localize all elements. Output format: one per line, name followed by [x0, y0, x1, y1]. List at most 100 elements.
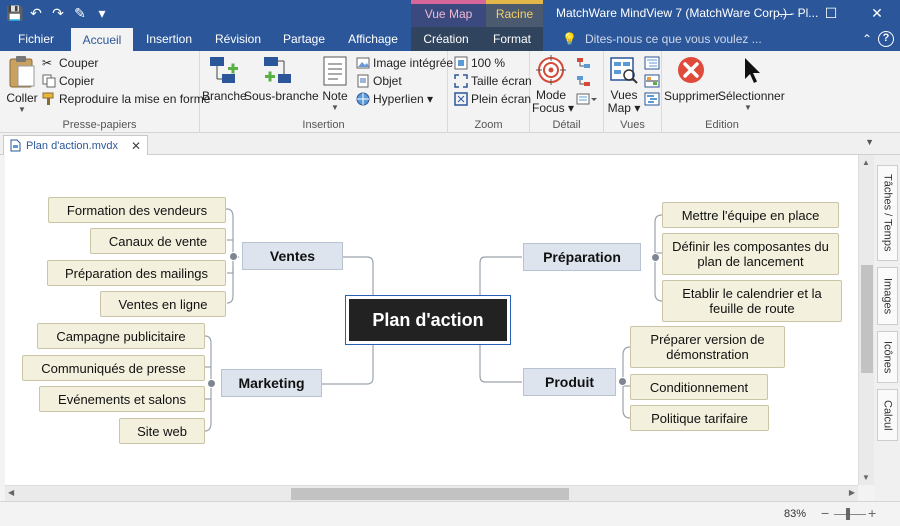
tab-accueil[interactable]: Accueil — [71, 28, 133, 51]
hyperlink-button[interactable]: Hyperlien ▾ — [356, 92, 433, 106]
produit-collapse-icon[interactable] — [618, 377, 627, 386]
leaf-etablir-le-calendrier[interactable]: Etablir le calendrier et la feuille de r… — [662, 280, 842, 322]
clipboard-icon — [9, 56, 35, 88]
close-button[interactable]: ✕ — [854, 0, 900, 27]
leaf-ventes-en-ligne[interactable]: Ventes en ligne — [100, 291, 226, 317]
detail-level-down-icon[interactable] — [576, 74, 592, 88]
preparation-collapse-icon[interactable] — [651, 253, 660, 262]
document-tab-name: Plan d'action.mvdx — [26, 139, 118, 152]
branch-produit[interactable]: Produit — [523, 368, 616, 396]
qat-more-icon[interactable]: ▾ — [94, 3, 110, 23]
side-tab-calcul[interactable]: Calcul — [877, 389, 898, 441]
select-dropdown-icon[interactable]: ▼ — [718, 103, 778, 112]
side-tab-taches-temps[interactable]: Tâches / Temps — [877, 165, 898, 261]
zoom-slider-thumb[interactable] — [846, 508, 850, 520]
redo-icon[interactable]: ↷ — [50, 3, 66, 23]
leaf-preparation-des-mailings[interactable]: Préparation des mailings — [47, 260, 226, 286]
cut-button[interactable]: ✂ Couper — [42, 56, 98, 70]
ribbon-collapse-icon[interactable]: ⌃ — [862, 29, 872, 49]
side-tab-images[interactable]: Images — [877, 267, 898, 325]
minimize-button[interactable]: — — [762, 0, 808, 27]
scroll-down-icon[interactable]: ▼ — [862, 473, 870, 482]
root-topic[interactable]: Plan d'action — [345, 295, 511, 345]
zoom-100-button[interactable]: 100 % — [454, 56, 505, 70]
delete-button[interactable]: Supprimer — [664, 55, 719, 103]
tab-creation[interactable]: Création — [411, 27, 481, 51]
leaf-communiques-de-presse[interactable]: Communiqués de presse — [22, 355, 205, 381]
leaf-mettre-equipe-en-place[interactable]: Mettre l'équipe en place — [662, 202, 839, 228]
leaf-canaux-de-vente[interactable]: Canaux de vente — [90, 228, 226, 254]
scroll-left-icon[interactable]: ◀ — [8, 488, 14, 497]
branch-preparation[interactable]: Préparation — [523, 243, 641, 271]
leaf-politique-tarifaire[interactable]: Politique tarifaire — [630, 405, 769, 431]
full-screen-button[interactable]: Plein écran — [454, 92, 531, 106]
object-button[interactable]: Objet — [356, 74, 402, 88]
vertical-scroll-thumb[interactable] — [861, 265, 873, 373]
leaf-evenements-et-salons[interactable]: Evénements et salons — [39, 386, 205, 412]
timeline-view-icon[interactable] — [644, 74, 660, 88]
fit-screen-button[interactable]: Taille écran — [454, 74, 532, 88]
help-icon[interactable]: ? — [878, 31, 894, 47]
tab-insertion[interactable]: Insertion — [139, 27, 199, 51]
document-tab[interactable]: Plan d'action.mvdx ✕ — [3, 135, 149, 155]
format-painter-button[interactable]: Reproduire la mise en forme — [42, 92, 210, 106]
leaf-campagne-publicitaire[interactable]: Campagne publicitaire — [37, 323, 205, 349]
zoom-out-button[interactable]: − — [821, 505, 829, 521]
vertical-scrollbar[interactable]: ▲ ▼ — [858, 155, 874, 485]
branch-marketing[interactable]: Marketing — [221, 369, 322, 397]
detail-level-up-icon[interactable] — [576, 56, 592, 70]
zoom-slider-track[interactable] — [834, 514, 866, 515]
customize-icon[interactable]: ✎ — [72, 3, 88, 23]
paste-dropdown-icon[interactable]: ▼ — [4, 105, 40, 114]
group-label-insertion: Insertion — [302, 119, 345, 131]
select-button[interactable]: Sélectionner ▼ — [718, 55, 785, 112]
document-tab-strip: Plan d'action.mvdx ✕ ▼ — [0, 133, 900, 155]
leaf-definir-les-composantes[interactable]: Définir les composantes du plan de lance… — [662, 233, 839, 275]
tab-affichage[interactable]: Affichage — [340, 27, 406, 51]
scroll-up-icon[interactable]: ▲ — [862, 158, 870, 167]
maximize-button[interactable]: ☐ — [808, 0, 854, 27]
context-group-racine: Racine — [486, 0, 543, 27]
note-dropdown-icon[interactable]: ▼ — [318, 103, 352, 112]
detail-options-icon[interactable] — [576, 92, 598, 106]
save-icon[interactable]: 💾 — [6, 3, 23, 23]
marketing-collapse-icon[interactable] — [207, 379, 216, 388]
tab-partage[interactable]: Partage — [276, 27, 332, 51]
mind-map-canvas[interactable]: Formation des vendeurs Canaux de vente P… — [5, 155, 858, 485]
tell-me-box[interactable]: 💡 Dites-nous ce que vous voulez ... — [562, 27, 762, 51]
zoom-in-button[interactable]: + — [868, 505, 876, 521]
subbranch-button[interactable]: Sous-branche — [244, 55, 319, 103]
group-label-clipboard: Presse-papiers — [62, 119, 137, 131]
tab-format[interactable]: Format — [481, 27, 543, 51]
map-views-button[interactable]: Vues Map ▾ — [606, 55, 642, 115]
paste-button[interactable]: Coller ▼ — [4, 55, 40, 114]
horizontal-scroll-thumb[interactable] — [291, 488, 569, 500]
horizontal-scrollbar[interactable]: ◀ ▶ — [5, 485, 858, 501]
outline-view-icon[interactable] — [644, 56, 660, 70]
undo-icon[interactable]: ↶ — [28, 3, 44, 23]
gantt-view-icon[interactable] — [644, 92, 660, 106]
copy-button[interactable]: Copier — [42, 74, 94, 88]
side-tab-icones[interactable]: Icônes — [877, 331, 898, 383]
leaf-formation-des-vendeurs[interactable]: Formation des vendeurs — [48, 197, 226, 223]
tab-revision[interactable]: Révision — [208, 27, 268, 51]
group-label-detail: Détail — [552, 119, 581, 131]
note-button[interactable]: Note ▼ — [318, 55, 352, 112]
side-panel: Tâches / Temps Images Icônes Calcul — [874, 155, 900, 501]
embedded-image-button[interactable]: Image intégrée — [356, 56, 453, 70]
leaf-preparer-version-demo[interactable]: Préparer version de démonstration — [630, 326, 785, 368]
image-icon — [356, 57, 370, 69]
focus-mode-button[interactable]: Mode Focus ▾ — [532, 55, 574, 115]
paintbrush-icon — [42, 92, 54, 105]
tab-fichier[interactable]: Fichier — [8, 27, 64, 51]
branch-button[interactable]: Branche — [202, 55, 247, 103]
ribbon: Coller ▼ ✂ Couper Copier Reproduire la m… — [0, 51, 900, 133]
document-file-icon — [10, 139, 21, 152]
close-document-icon[interactable]: ✕ — [131, 139, 141, 153]
leaf-site-web[interactable]: Site web — [119, 418, 205, 444]
leaf-conditionnement[interactable]: Conditionnement — [630, 374, 768, 400]
document-list-dropdown-icon[interactable]: ▼ — [865, 137, 874, 147]
branch-ventes[interactable]: Ventes — [242, 242, 343, 270]
ventes-collapse-icon[interactable] — [229, 252, 238, 261]
scroll-right-icon[interactable]: ▶ — [849, 488, 855, 497]
